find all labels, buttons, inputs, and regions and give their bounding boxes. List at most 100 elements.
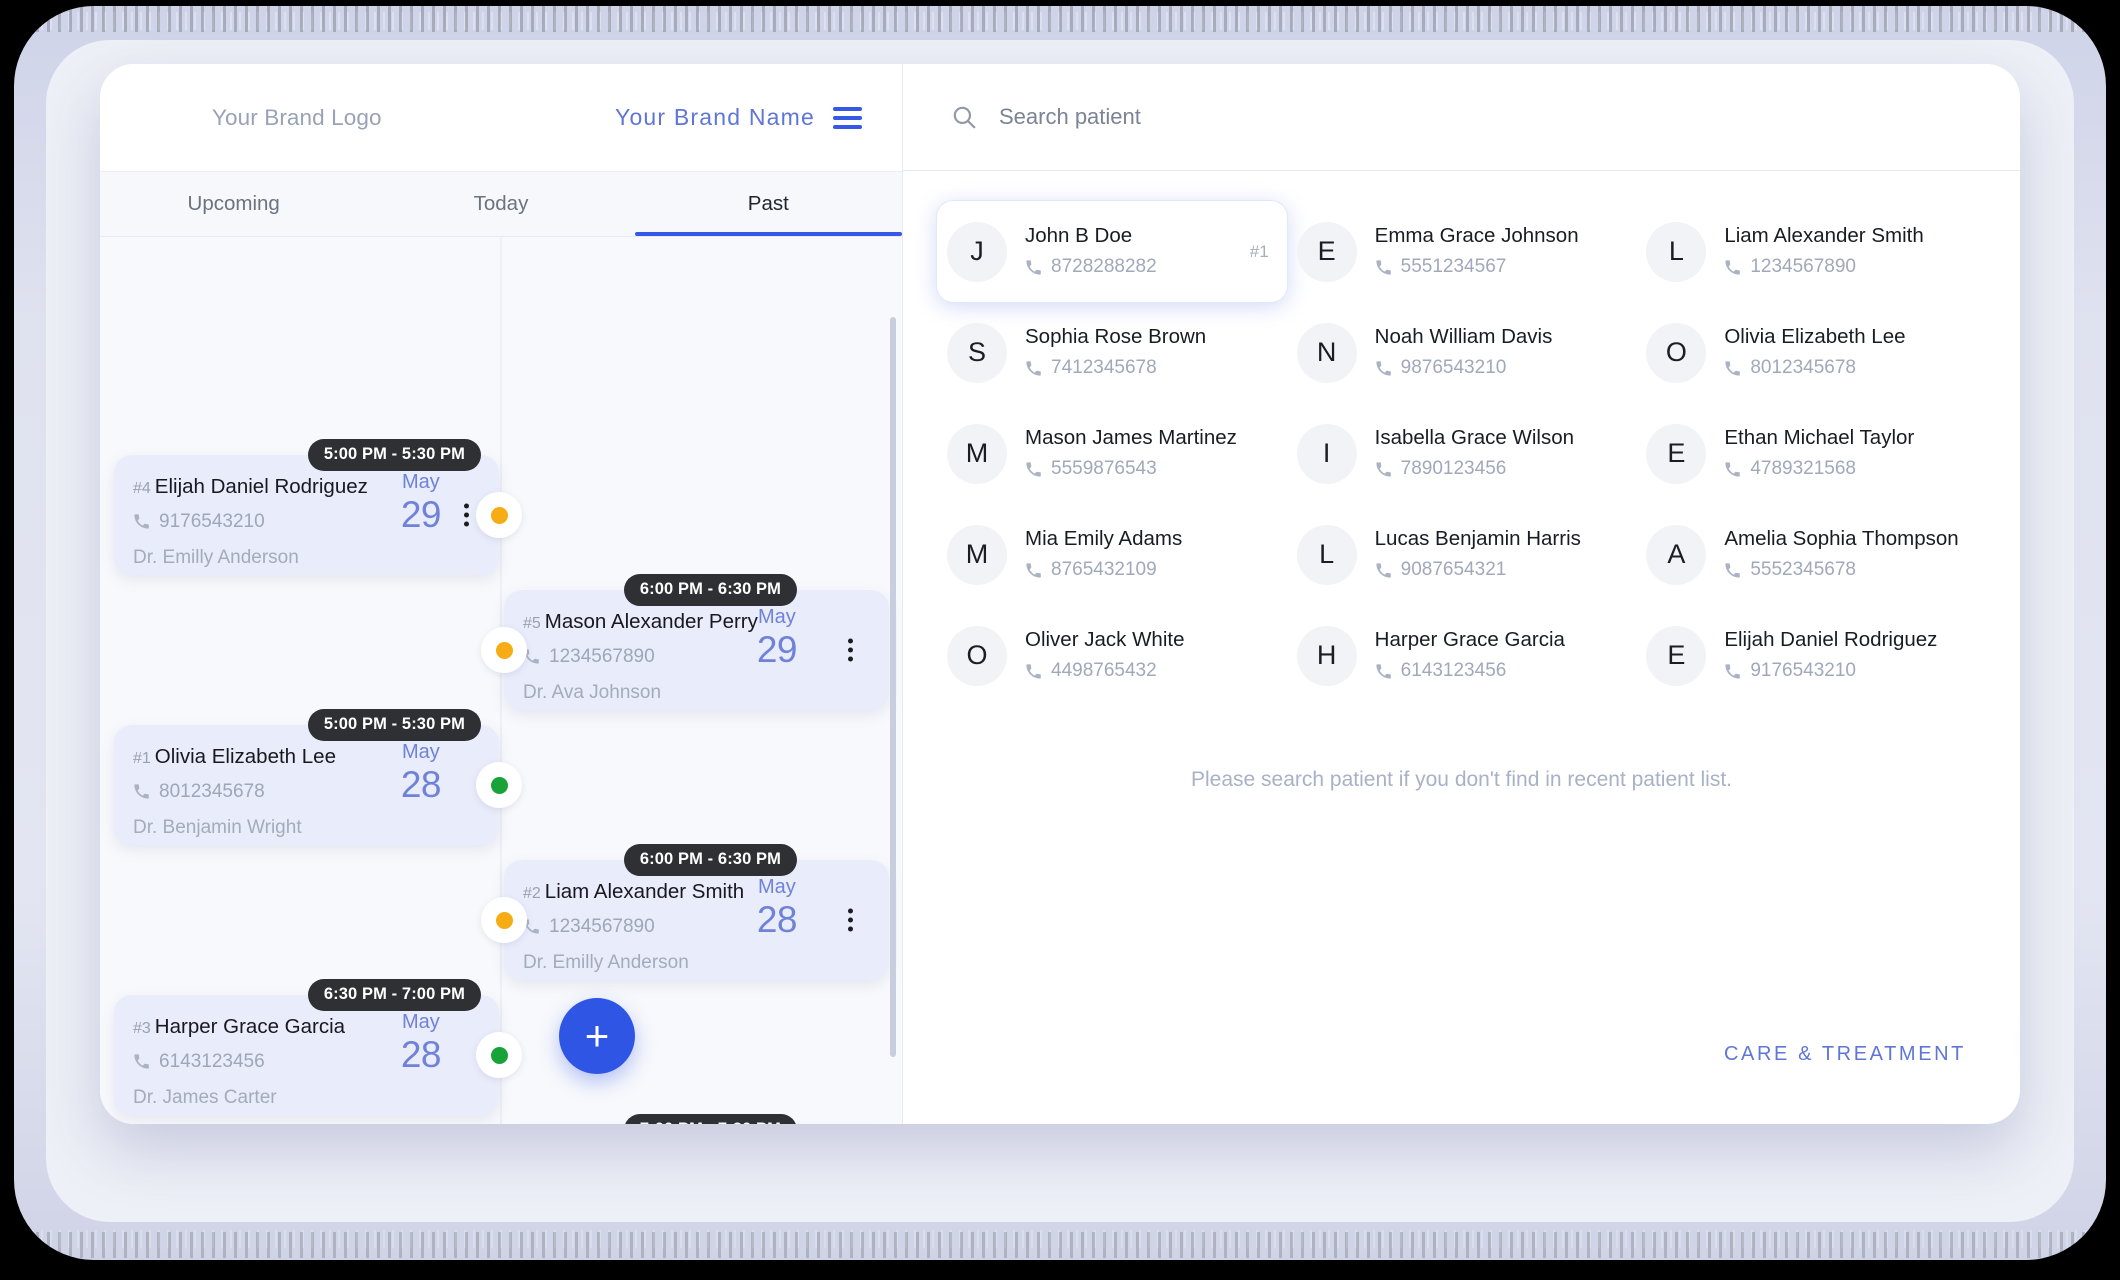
appointment-month: May — [402, 741, 440, 763]
appointment-phone-value: 1234567890 — [549, 915, 655, 937]
avatar: H — [1296, 625, 1357, 686]
patient-name: Sophia Rose Brown — [1025, 324, 1207, 348]
app-header: Your Brand Logo Your Brand Name — [100, 64, 902, 171]
appointment-status-dot — [476, 492, 522, 538]
avatar: S — [947, 322, 1007, 383]
patient-phone: 5559876543 — [1025, 458, 1273, 480]
tab-today[interactable]: Today — [367, 172, 634, 236]
patient-phone: 7890123456 — [1375, 458, 1623, 480]
phone-icon — [1376, 664, 1391, 679]
phone-icon — [1376, 260, 1391, 275]
avatar: E — [1296, 221, 1357, 282]
appointment-overflow-menu-icon[interactable] — [464, 503, 469, 527]
patient-list-item[interactable]: M Mia Emily Adams 8765432109 — [937, 504, 1287, 605]
search-input[interactable] — [999, 104, 1972, 130]
patient-list-item[interactable]: I Isabella Grace Wilson 7890123456 — [1287, 403, 1637, 504]
patient-text: Noah William Davis 9876543210 — [1374, 324, 1623, 380]
patient-text: Isabella Grace Wilson 7890123456 — [1374, 425, 1623, 481]
appointment-card[interactable]: 6:00 PM - 6:30 PM #5 Mason Alexander Perry… — [481, 574, 889, 710]
brand-name: Your Brand Name — [615, 104, 815, 130]
avatar: A — [1646, 524, 1707, 585]
add-appointment-button[interactable]: + — [559, 998, 635, 1074]
patient-text: Olivia Elizabeth Lee 8012345678 — [1724, 325, 1972, 380]
appointment-card[interactable]: 5:00 PM - 5:30 PM #1 Olivia Elizabeth Lee 8… — [114, 709, 522, 845]
patient-list-item[interactable]: O Oliver Jack White 4498765432 — [937, 605, 1287, 706]
patient-text: Lucas Benjamin Harris 9087654321 — [1374, 526, 1623, 582]
patient-text: Liam Alexander Smith 1234567890 — [1724, 223, 1972, 279]
phone-icon — [1725, 361, 1741, 376]
appointment-date: May 29 — [757, 607, 798, 668]
patient-list-item[interactable]: A Amelia Sophia Thompson 5552345678 — [1636, 504, 1986, 605]
hamburger-menu-icon[interactable] — [833, 106, 862, 129]
footer-care-treatment-label: CARE & TREATMENT — [1724, 1043, 1966, 1065]
appointment-month: May — [402, 471, 440, 493]
patient-list-item[interactable]: E Elijah Daniel Rodriguez 9176543210 — [1636, 605, 1986, 706]
patient-text: John B Doe 8728288282 — [1025, 224, 1232, 279]
patient-phone-value: 9876543210 — [1400, 357, 1507, 379]
patient-list-item[interactable]: H Harper Grace Garcia 6143123456 — [1287, 605, 1637, 706]
phone-icon — [1026, 664, 1041, 679]
patient-name: Harper Grace Garcia — [1374, 627, 1565, 651]
appointment-phone: 8012345678 — [133, 781, 499, 803]
patient-phone: 7412345678 — [1025, 357, 1273, 379]
appointment-day: 28 — [756, 899, 798, 940]
patient-list-item[interactable]: E Emma Grace Johnson 5551234567 — [1287, 201, 1637, 302]
patient-name: Lucas Benjamin Harris — [1374, 526, 1581, 550]
patient-phone: 8728288282 — [1025, 256, 1232, 278]
patient-list-item[interactable]: O Olivia Elizabeth Lee 8012345678 — [1636, 302, 1986, 403]
appointment-date: May 28 — [401, 1012, 442, 1073]
phone-icon — [1376, 462, 1391, 477]
patient-list-item-selected[interactable]: J John B Doe 8728288282 #1 — [937, 201, 1287, 302]
appointment-number: #1 — [133, 750, 151, 767]
appointment-overflow-menu-icon[interactable] — [848, 638, 853, 662]
patient-name: Elijah Daniel Rodriguez — [1724, 627, 1938, 651]
patient-list-item[interactable]: L Lucas Benjamin Harris 9087654321 — [1287, 504, 1637, 605]
appointment-number: #4 — [133, 480, 151, 497]
avatar: O — [947, 625, 1007, 686]
patient-name: Emma Grace Johnson — [1374, 223, 1579, 247]
patient-phone: 9087654321 — [1375, 559, 1623, 581]
appointment-date: May 29 — [401, 471, 442, 533]
patient-phone-value: 4498765432 — [1051, 660, 1157, 682]
patient-name: Noah William Davis — [1374, 324, 1553, 348]
patient-list-item[interactable]: L Liam Alexander Smith 1234567890 — [1636, 201, 1986, 302]
application-window: Your Brand Logo Your Brand Name Upcoming… — [100, 64, 2020, 1124]
appointment-overflow-menu-icon[interactable] — [848, 908, 853, 932]
patient-name: Isabella Grace Wilson — [1374, 425, 1575, 449]
patient-text: Elijah Daniel Rodriguez 9176543210 — [1724, 627, 1972, 683]
phone-icon — [1725, 563, 1741, 578]
appointment-day: 28 — [400, 764, 442, 805]
appointment-number: #3 — [133, 1020, 151, 1037]
patient-list-item[interactable]: N Noah William Davis 9876543210 — [1287, 302, 1637, 403]
patient-phone: 8012345678 — [1724, 357, 1972, 379]
avatar: L — [1296, 524, 1357, 585]
patient-list-item[interactable]: M Mason James Martinez 5559876543 — [937, 403, 1287, 504]
phone-icon — [1026, 563, 1041, 578]
appointment-card[interactable]: 6:30 PM - 7:00 PM #3 Harper Grace Garcia 61… — [114, 979, 522, 1115]
patient-phone: 6143123456 — [1375, 660, 1623, 682]
patient-text: Harper Grace Garcia 6143123456 — [1374, 627, 1623, 683]
patient-phone-value: 5552345678 — [1750, 559, 1856, 581]
timeline-scrollbar-thumb[interactable] — [890, 317, 896, 1057]
patient-phone: 8765432109 — [1025, 559, 1273, 581]
avatar: J — [947, 221, 1007, 282]
appointment-tabs: Upcoming Today Past — [100, 171, 903, 237]
phone-icon — [1376, 563, 1391, 578]
appointment-card[interactable]: 6:00 PM - 6:30 PM #2 Liam Alexander Smith 1… — [481, 844, 889, 980]
patient-phone-value: 5551234567 — [1400, 256, 1507, 278]
patient-name: Liam Alexander Smith — [1724, 223, 1924, 247]
patient-list-item[interactable]: E Ethan Michael Taylor 4789321568 — [1636, 403, 1986, 504]
appointment-doctor: Dr. Benjamin Wright — [133, 816, 302, 838]
phone-icon — [1725, 664, 1741, 679]
phone-icon — [134, 784, 149, 799]
timeline-scrollbar-track[interactable] — [890, 243, 899, 1118]
patient-phone-value: 1234567890 — [1750, 256, 1856, 278]
appointment-number: #2 — [523, 885, 541, 902]
appointment-card[interactable]: 5:00 PM - 5:30 PM #4 Elijah Daniel Rodrigu… — [114, 439, 522, 575]
appointment-details: #2 Liam Alexander Smith 1234567890 Dr. Emil… — [504, 860, 889, 974]
tab-past[interactable]: Past — [634, 172, 903, 236]
tab-upcoming[interactable]: Upcoming — [100, 172, 367, 236]
appointment-date: May 28 — [756, 877, 798, 940]
patient-list-item[interactable]: S Sophia Rose Brown 7412345678 — [937, 302, 1287, 403]
patient-phone: 5552345678 — [1724, 559, 1972, 581]
